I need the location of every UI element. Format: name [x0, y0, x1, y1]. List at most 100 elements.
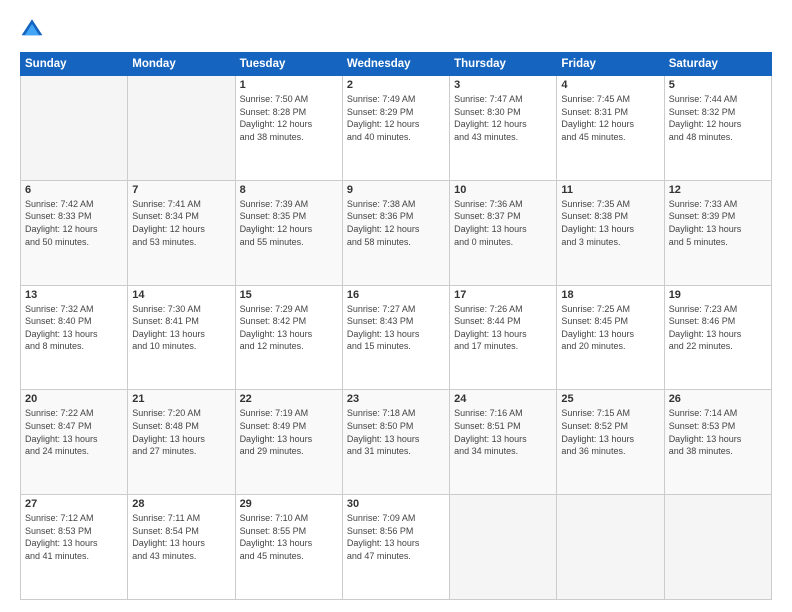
column-header-saturday: Saturday	[664, 53, 771, 76]
week-row-1: 1 Sunrise: 7:50 AM Sunset: 8:28 PM Daylig…	[21, 76, 772, 181]
calendar-cell: 16 Sunrise: 7:27 AM Sunset: 8:43 PM Dayli…	[342, 285, 449, 390]
header-row: SundayMondayTuesdayWednesdayThursdayFrid…	[21, 53, 772, 76]
day-number: 1	[240, 79, 338, 91]
calendar-cell: 8 Sunrise: 7:39 AM Sunset: 8:35 PM Daylig…	[235, 180, 342, 285]
day-info: Sunrise: 7:44 AM Sunset: 8:32 PM Dayligh…	[669, 93, 767, 143]
day-info: Sunrise: 7:27 AM Sunset: 8:43 PM Dayligh…	[347, 303, 445, 353]
calendar-cell	[557, 495, 664, 600]
calendar-cell	[128, 76, 235, 181]
day-info: Sunrise: 7:22 AM Sunset: 8:47 PM Dayligh…	[25, 407, 123, 457]
day-number: 10	[454, 184, 552, 196]
day-number: 8	[240, 184, 338, 196]
day-info: Sunrise: 7:20 AM Sunset: 8:48 PM Dayligh…	[132, 407, 230, 457]
week-row-4: 20Sunrise: 7:22 AM Sunset: 8:47 PM Dayli…	[21, 390, 772, 495]
calendar-cell: 19 Sunrise: 7:23 AM Sunset: 8:46 PM Dayli…	[664, 285, 771, 390]
day-info: Sunrise: 7:12 AM Sunset: 8:53 PM Dayligh…	[25, 512, 123, 562]
calendar-cell: 1 Sunrise: 7:50 AM Sunset: 8:28 PM Daylig…	[235, 76, 342, 181]
header	[20, 16, 772, 42]
day-info: Sunrise: 7:19 AM Sunset: 8:49 PM Dayligh…	[240, 407, 338, 457]
column-header-tuesday: Tuesday	[235, 53, 342, 76]
day-number: 14	[132, 289, 230, 301]
calendar: SundayMondayTuesdayWednesdayThursdayFrid…	[20, 52, 772, 600]
calendar-cell: 28Sunrise: 7:11 AM Sunset: 8:54 PM Dayli…	[128, 495, 235, 600]
page: SundayMondayTuesdayWednesdayThursdayFrid…	[0, 0, 792, 612]
calendar-cell: 17 Sunrise: 7:26 AM Sunset: 8:44 PM Dayli…	[450, 285, 557, 390]
day-number: 3	[454, 79, 552, 91]
day-info: Sunrise: 7:26 AM Sunset: 8:44 PM Dayligh…	[454, 303, 552, 353]
day-number: 11	[561, 184, 659, 196]
day-number: 2	[347, 79, 445, 91]
calendar-cell: 5 Sunrise: 7:44 AM Sunset: 8:32 PM Daylig…	[664, 76, 771, 181]
day-number: 16	[347, 289, 445, 301]
day-info: Sunrise: 7:49 AM Sunset: 8:29 PM Dayligh…	[347, 93, 445, 143]
week-row-3: 13 Sunrise: 7:32 AM Sunset: 8:40 PM Dayli…	[21, 285, 772, 390]
day-info: Sunrise: 7:09 AM Sunset: 8:56 PM Dayligh…	[347, 512, 445, 562]
calendar-cell: 24Sunrise: 7:16 AM Sunset: 8:51 PM Dayli…	[450, 390, 557, 495]
day-number: 22	[240, 393, 338, 405]
day-info: Sunrise: 7:35 AM Sunset: 8:38 PM Dayligh…	[561, 198, 659, 248]
day-info: Sunrise: 7:30 AM Sunset: 8:41 PM Dayligh…	[132, 303, 230, 353]
day-info: Sunrise: 7:38 AM Sunset: 8:36 PM Dayligh…	[347, 198, 445, 248]
column-header-sunday: Sunday	[21, 53, 128, 76]
day-number: 21	[132, 393, 230, 405]
week-row-5: 27 Sunrise: 7:12 AM Sunset: 8:53 PM Dayli…	[21, 495, 772, 600]
day-number: 25	[561, 393, 659, 405]
day-info: Sunrise: 7:25 AM Sunset: 8:45 PM Dayligh…	[561, 303, 659, 353]
calendar-cell: 21 Sunrise: 7:20 AM Sunset: 8:48 PM Dayli…	[128, 390, 235, 495]
day-info: Sunrise: 7:29 AM Sunset: 8:42 PM Dayligh…	[240, 303, 338, 353]
day-info: Sunrise: 7:23 AM Sunset: 8:46 PM Dayligh…	[669, 303, 767, 353]
calendar-cell: 20Sunrise: 7:22 AM Sunset: 8:47 PM Dayli…	[21, 390, 128, 495]
calendar-cell: 7Sunrise: 7:41 AM Sunset: 8:34 PM Daylig…	[128, 180, 235, 285]
day-number: 23	[347, 393, 445, 405]
day-number: 30	[347, 498, 445, 510]
day-number: 13	[25, 289, 123, 301]
day-info: Sunrise: 7:33 AM Sunset: 8:39 PM Dayligh…	[669, 198, 767, 248]
day-number: 4	[561, 79, 659, 91]
week-row-2: 6 Sunrise: 7:42 AM Sunset: 8:33 PM Daylig…	[21, 180, 772, 285]
column-header-monday: Monday	[128, 53, 235, 76]
calendar-cell: 30 Sunrise: 7:09 AM Sunset: 8:56 PM Dayli…	[342, 495, 449, 600]
calendar-cell: 15 Sunrise: 7:29 AM Sunset: 8:42 PM Dayli…	[235, 285, 342, 390]
day-info: Sunrise: 7:18 AM Sunset: 8:50 PM Dayligh…	[347, 407, 445, 457]
day-number: 15	[240, 289, 338, 301]
day-number: 12	[669, 184, 767, 196]
day-info: Sunrise: 7:47 AM Sunset: 8:30 PM Dayligh…	[454, 93, 552, 143]
column-header-thursday: Thursday	[450, 53, 557, 76]
calendar-cell: 27 Sunrise: 7:12 AM Sunset: 8:53 PM Dayli…	[21, 495, 128, 600]
day-info: Sunrise: 7:16 AM Sunset: 8:51 PM Dayligh…	[454, 407, 552, 457]
calendar-cell: 6 Sunrise: 7:42 AM Sunset: 8:33 PM Daylig…	[21, 180, 128, 285]
day-info: Sunrise: 7:50 AM Sunset: 8:28 PM Dayligh…	[240, 93, 338, 143]
day-info: Sunrise: 7:39 AM Sunset: 8:35 PM Dayligh…	[240, 198, 338, 248]
day-number: 6	[25, 184, 123, 196]
calendar-cell	[21, 76, 128, 181]
calendar-cell: 25 Sunrise: 7:15 AM Sunset: 8:52 PM Dayli…	[557, 390, 664, 495]
logo-icon	[20, 16, 44, 40]
day-info: Sunrise: 7:11 AM Sunset: 8:54 PM Dayligh…	[132, 512, 230, 562]
calendar-cell: 2 Sunrise: 7:49 AM Sunset: 8:29 PM Daylig…	[342, 76, 449, 181]
calendar-cell: 13 Sunrise: 7:32 AM Sunset: 8:40 PM Dayli…	[21, 285, 128, 390]
day-number: 18	[561, 289, 659, 301]
calendar-cell: 22 Sunrise: 7:19 AM Sunset: 8:49 PM Dayli…	[235, 390, 342, 495]
day-number: 27	[25, 498, 123, 510]
logo	[20, 16, 48, 42]
calendar-cell	[450, 495, 557, 600]
calendar-cell: 12 Sunrise: 7:33 AM Sunset: 8:39 PM Dayli…	[664, 180, 771, 285]
calendar-cell: 4 Sunrise: 7:45 AM Sunset: 8:31 PM Daylig…	[557, 76, 664, 181]
day-number: 26	[669, 393, 767, 405]
day-info: Sunrise: 7:41 AM Sunset: 8:34 PM Dayligh…	[132, 198, 230, 248]
calendar-cell: 23 Sunrise: 7:18 AM Sunset: 8:50 PM Dayli…	[342, 390, 449, 495]
day-info: Sunrise: 7:32 AM Sunset: 8:40 PM Dayligh…	[25, 303, 123, 353]
calendar-cell: 11 Sunrise: 7:35 AM Sunset: 8:38 PM Dayli…	[557, 180, 664, 285]
calendar-cell: 3 Sunrise: 7:47 AM Sunset: 8:30 PM Daylig…	[450, 76, 557, 181]
calendar-cell	[664, 495, 771, 600]
day-info: Sunrise: 7:15 AM Sunset: 8:52 PM Dayligh…	[561, 407, 659, 457]
day-number: 5	[669, 79, 767, 91]
calendar-cell: 26Sunrise: 7:14 AM Sunset: 8:53 PM Dayli…	[664, 390, 771, 495]
day-info: Sunrise: 7:42 AM Sunset: 8:33 PM Dayligh…	[25, 198, 123, 248]
calendar-cell: 14 Sunrise: 7:30 AM Sunset: 8:41 PM Dayli…	[128, 285, 235, 390]
day-info: Sunrise: 7:45 AM Sunset: 8:31 PM Dayligh…	[561, 93, 659, 143]
calendar-cell: 18 Sunrise: 7:25 AM Sunset: 8:45 PM Dayli…	[557, 285, 664, 390]
day-number: 19	[669, 289, 767, 301]
day-number: 17	[454, 289, 552, 301]
calendar-cell: 29Sunrise: 7:10 AM Sunset: 8:55 PM Dayli…	[235, 495, 342, 600]
